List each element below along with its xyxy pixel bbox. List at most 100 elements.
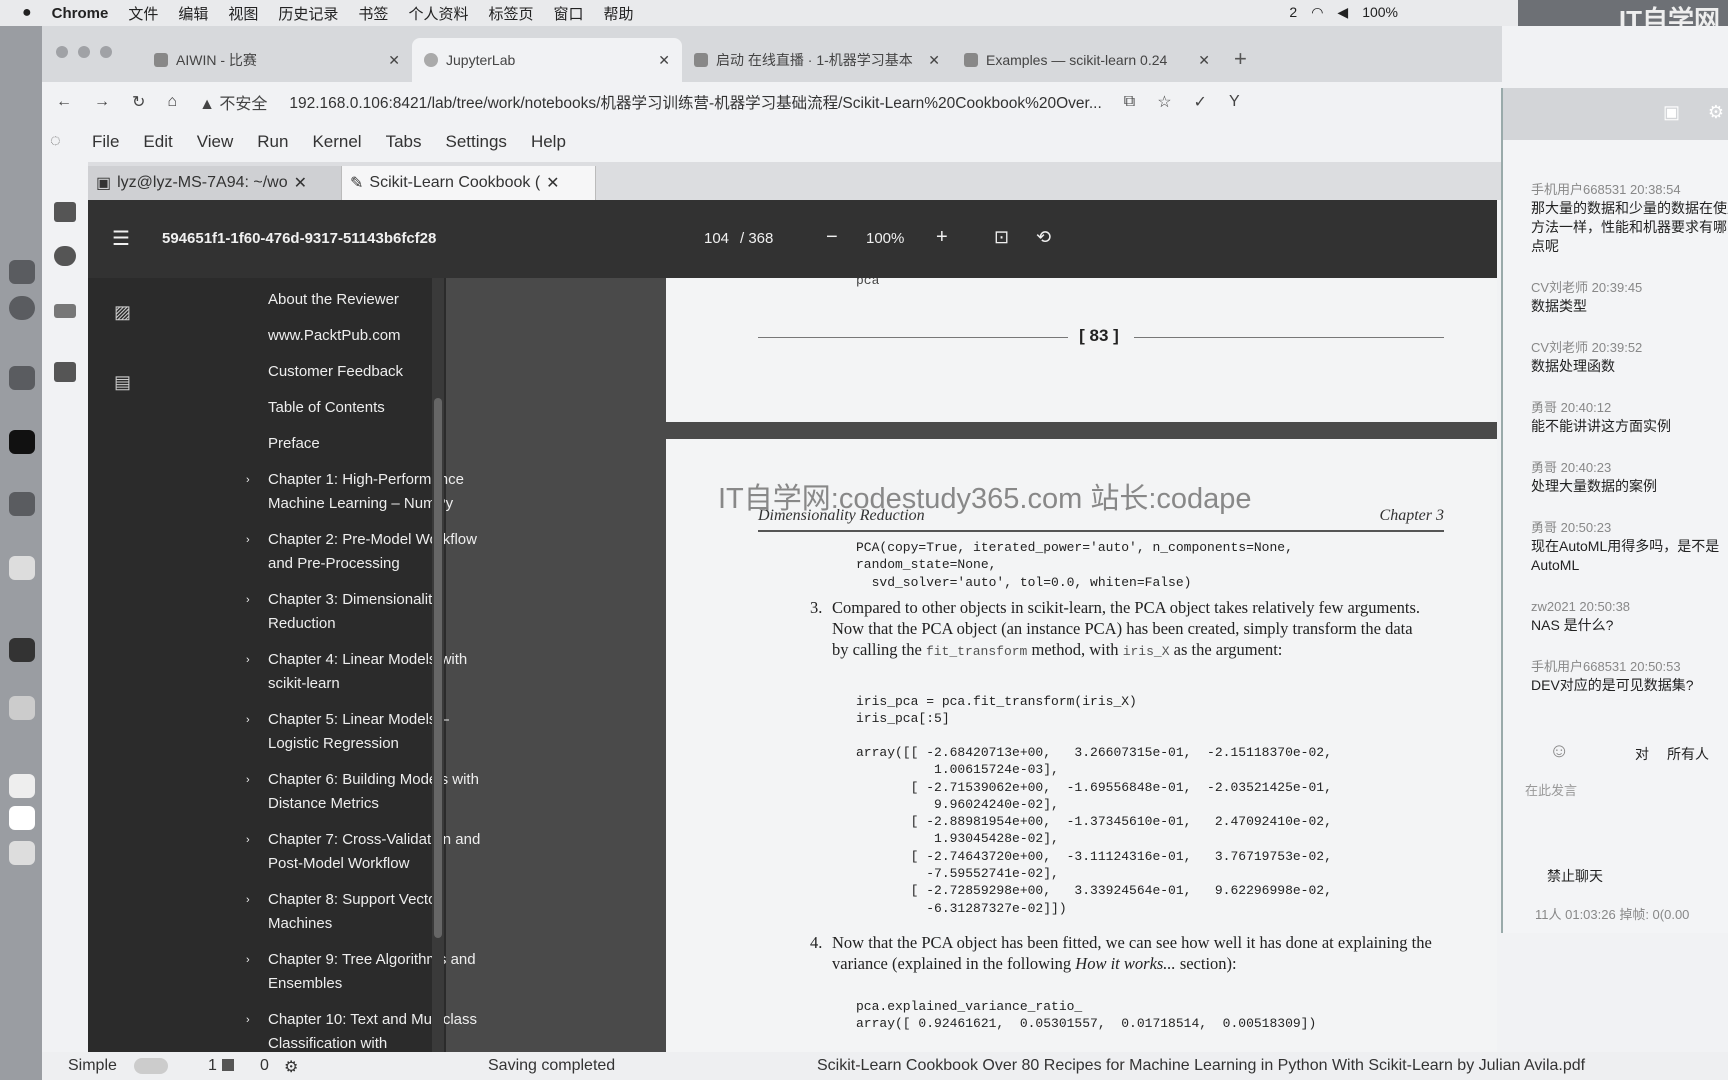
outline-item[interactable]: › Chapter 1: High-Performance Machine Lea… <box>246 468 483 516</box>
menu-kernel[interactable]: Kernel <box>312 132 361 152</box>
menu-item[interactable]: 书签 <box>358 3 388 24</box>
running-icon[interactable] <box>54 246 76 266</box>
menu-item[interactable]: 历史记录 <box>278 3 338 24</box>
extension-icon[interactable]: Y <box>1229 93 1240 111</box>
outline-item[interactable]: › Chapter 5: Linear Models – Logistic Reg… <box>246 708 483 756</box>
chevron-right-icon[interactable]: › <box>246 888 250 912</box>
window-controls[interactable] <box>56 46 112 58</box>
extension-icon[interactable]: ✓ <box>1194 92 1207 112</box>
home-icon[interactable]: ⌂ <box>167 93 177 111</box>
file-icon[interactable] <box>9 806 35 830</box>
chevron-right-icon[interactable]: › <box>246 708 250 732</box>
terminal-icon[interactable] <box>9 430 35 454</box>
simple-mode-toggle[interactable] <box>134 1058 168 1074</box>
outline-item[interactable]: › Chapter 10: Text and Multiclass Classif… <box>246 1008 483 1056</box>
outline-scrollbar[interactable] <box>432 278 444 1067</box>
outline-icon[interactable]: ▤ <box>114 372 131 393</box>
outline-item[interactable]: › Chapter 2: Pre-Model Workflow and Pre-P… <box>246 528 483 576</box>
apple-icon[interactable]: ● <box>22 4 32 22</box>
url-input[interactable]: 192.168.0.106:8421/lab/tree/work/noteboo… <box>289 91 1101 113</box>
emoji-icon[interactable]: ☺ <box>1549 740 1569 763</box>
outline-item[interactable]: › Chapter 8: Support Vector Machines <box>246 888 483 936</box>
outline-item[interactable]: › Chapter 9: Tree Algorithms and Ensemble… <box>246 948 483 996</box>
chevron-right-icon[interactable]: › <box>246 1008 250 1032</box>
outline-item[interactable]: About the Reviewer <box>268 288 483 312</box>
sidebar-toggle-icon[interactable]: ☰ <box>112 226 130 251</box>
outline-item[interactable]: › Chapter 3: Dimensionality Reduction <box>246 588 483 636</box>
app-icon[interactable] <box>9 638 35 662</box>
chevron-right-icon[interactable]: › <box>246 648 250 672</box>
menu-item[interactable]: 帮助 <box>603 3 633 24</box>
chevron-right-icon[interactable]: › <box>246 588 250 612</box>
app-icon[interactable] <box>9 556 35 580</box>
menu-settings[interactable]: Settings <box>446 132 507 152</box>
menu-help[interactable]: Help <box>531 132 566 152</box>
qq-icon[interactable] <box>9 366 35 390</box>
outline-item[interactable]: › Chapter 6: Building Models with Distanc… <box>246 768 483 816</box>
outline-item[interactable]: Customer Feedback <box>268 360 483 384</box>
menu-view[interactable]: View <box>197 132 234 152</box>
scrollbar-thumb[interactable] <box>434 398 442 938</box>
browser-tab[interactable]: Examples — scikit-learn 0.24 ✕ <box>952 38 1222 82</box>
outline-item[interactable]: › Chapter 4: Linear Models with scikit-le… <box>246 648 483 696</box>
chevron-right-icon[interactable]: › <box>246 828 250 852</box>
zoom-out-button[interactable]: − <box>826 226 838 249</box>
outline-item[interactable]: › Chapter 7: Cross-Validation and Post-Mo… <box>246 828 483 876</box>
gear-icon[interactable]: ⚙ <box>284 1057 298 1077</box>
chevron-right-icon[interactable]: › <box>246 468 250 492</box>
close-icon[interactable]: ✕ <box>294 173 307 193</box>
chat-recipient-select[interactable]: 所有人 <box>1667 744 1709 764</box>
chevron-right-icon[interactable]: › <box>246 948 250 972</box>
menu-file[interactable]: File <box>92 132 119 152</box>
cloud-icon[interactable] <box>9 774 35 798</box>
menu-run[interactable]: Run <box>257 132 288 152</box>
tab-terminal[interactable]: ▣ lyz@lyz-MS-7A94: ~/wo ✕ <box>88 166 342 200</box>
outline-item[interactable]: Preface <box>268 432 483 456</box>
tray-count[interactable]: 2 <box>1289 4 1297 21</box>
menu-item[interactable]: 视图 <box>228 3 258 24</box>
battery-label[interactable]: 100% <box>1362 4 1398 21</box>
outline-item[interactable]: www.PacktPub.com <box>268 324 483 348</box>
tab-pdf[interactable]: ✎ Scikit-Learn Cookbook (✕ <box>342 166 596 200</box>
wifi-icon[interactable]: ◠ <box>1311 4 1323 21</box>
chevron-right-icon[interactable]: › <box>246 768 250 792</box>
sublime-icon[interactable] <box>9 492 35 516</box>
browser-tab-active[interactable]: JupyterLab ✕ <box>412 38 682 82</box>
back-icon[interactable]: ← <box>56 93 72 111</box>
thumbnail-icon[interactable]: ▨ <box>114 302 131 323</box>
zoom-level[interactable]: 100% <box>866 230 904 247</box>
close-icon[interactable]: ✕ <box>1198 52 1210 69</box>
menu-item[interactable]: 编辑 <box>178 3 208 24</box>
kernel-count[interactable]: 1 <box>208 1057 217 1075</box>
reload-icon[interactable]: ↻ <box>132 92 145 112</box>
bookmark-star-icon[interactable]: ☆ <box>1157 92 1171 112</box>
app-icon[interactable] <box>9 260 35 284</box>
menu-item[interactable]: 窗口 <box>553 3 583 24</box>
menu-item[interactable]: 个人资料 <box>408 3 468 24</box>
terminal-count[interactable]: 0 <box>260 1057 269 1075</box>
menu-edit[interactable]: Edit <box>143 132 172 152</box>
menu-app[interactable]: Chrome <box>52 5 109 22</box>
close-icon[interactable]: ✕ <box>658 52 670 69</box>
zoom-in-button[interactable]: + <box>936 226 948 249</box>
menu-item[interactable]: 文件 <box>128 3 158 24</box>
close-icon[interactable]: ✕ <box>546 173 559 193</box>
extension-puzzle-icon[interactable] <box>54 362 76 382</box>
fit-page-icon[interactable]: ⊡ <box>994 227 1009 248</box>
translate-icon[interactable]: ⧉ <box>1124 93 1135 111</box>
chrome-icon[interactable] <box>9 296 35 320</box>
forward-icon[interactable]: → <box>94 93 110 111</box>
menu-item[interactable]: 标签页 <box>488 3 533 24</box>
rotate-icon[interactable]: ⟲ <box>1036 227 1051 248</box>
close-icon[interactable]: ✕ <box>928 52 940 69</box>
mute-chat-button[interactable]: 禁止聊天 <box>1547 866 1603 886</box>
menu-tabs[interactable]: Tabs <box>386 132 422 152</box>
trash-icon[interactable] <box>9 841 35 865</box>
app-icon[interactable] <box>9 696 35 720</box>
new-tab-button[interactable]: + <box>1222 46 1259 82</box>
close-icon[interactable]: ✕ <box>388 52 400 69</box>
browser-tab[interactable]: AIWIN - 比赛 ✕ <box>142 38 412 82</box>
chat-input[interactable]: 在此发言 <box>1525 780 1577 799</box>
security-label[interactable]: ▲ 不安全 <box>199 90 267 114</box>
settings-icon[interactable]: ⚙ <box>1708 102 1724 123</box>
